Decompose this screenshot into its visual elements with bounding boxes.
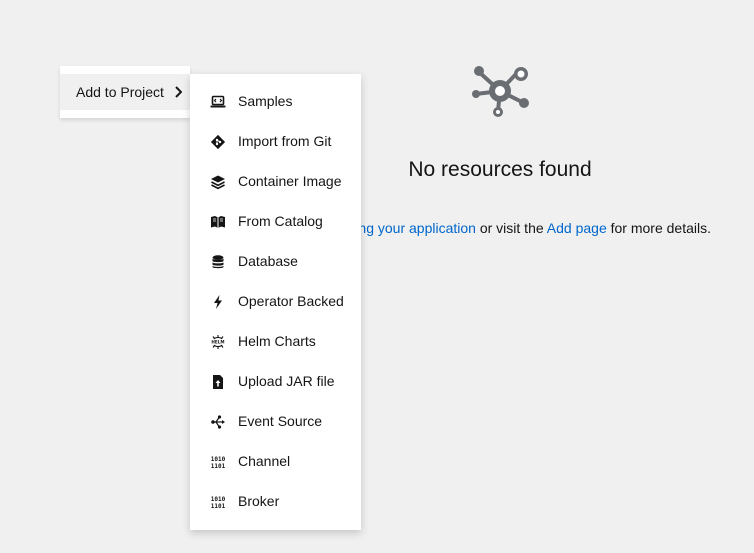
event-source-icon — [210, 414, 226, 430]
menu-item-from-catalog[interactable]: From Catalog — [190, 202, 361, 242]
topology-icon — [472, 66, 529, 117]
menu-item-helm-charts[interactable]: HELM Helm Charts — [190, 322, 361, 362]
menu-item-channel[interactable]: 1010 1101 Channel — [190, 442, 361, 482]
menu-item-broker[interactable]: 1010 1101 Broker — [190, 482, 361, 522]
bolt-icon — [210, 294, 226, 310]
chevron-right-icon — [175, 86, 182, 98]
menu-item-event-source[interactable]: Event Source — [190, 402, 361, 442]
menu-item-label: Broker — [238, 493, 280, 509]
menu-item-upload-jar-file[interactable]: Upload JAR file — [190, 362, 361, 402]
svg-text:1010: 1010 — [211, 456, 226, 463]
menu-item-import-from-git[interactable]: Import from Git — [190, 122, 361, 162]
channel-icon: 1010 1101 — [210, 454, 226, 470]
menu-item-label: Samples — [238, 93, 293, 109]
menu-item-samples[interactable]: Samples — [190, 82, 361, 122]
menu-item-label: From Catalog — [238, 213, 323, 229]
broker-icon: 1010 1101 — [210, 494, 226, 510]
svg-text:1010: 1010 — [211, 496, 226, 503]
empty-state-body: ng your application or visit the Add pag… — [358, 220, 711, 236]
book-catalog-icon — [210, 214, 226, 230]
git-icon — [210, 134, 226, 150]
svg-text:1101: 1101 — [211, 463, 226, 470]
menu-item-label: Operator Backed — [238, 293, 344, 309]
menu-item-label: Upload JAR file — [238, 373, 335, 389]
add-page-link[interactable]: Add page — [547, 220, 607, 236]
layers-icon — [210, 174, 226, 190]
svg-text:HELM: HELM — [211, 340, 224, 345]
database-icon — [210, 254, 226, 270]
add-to-project-submenu: Samples Import from Git Container Image … — [190, 74, 361, 530]
menu-item-database[interactable]: Database — [190, 242, 361, 282]
laptop-code-icon — [210, 94, 226, 110]
menu-item-operator-backed[interactable]: Operator Backed — [190, 282, 361, 322]
file-upload-icon — [210, 374, 226, 390]
empty-state-text-end: for more details. — [610, 220, 711, 236]
context-menu: Add to Project — [60, 66, 190, 118]
empty-state-text-mid: or visit the — [479, 220, 544, 236]
add-to-project-label: Add to Project — [76, 84, 164, 100]
menu-item-label: Helm Charts — [238, 333, 316, 349]
menu-item-label: Event Source — [238, 413, 323, 429]
menu-item-label: Import from Git — [238, 133, 332, 149]
menu-item-container-image[interactable]: Container Image — [190, 162, 361, 202]
menu-item-label: Database — [238, 253, 298, 269]
add-to-project-menu-item[interactable]: Add to Project — [60, 74, 190, 110]
svg-text:1101: 1101 — [211, 503, 226, 510]
helm-icon: HELM — [210, 334, 226, 350]
application-link[interactable]: ng your application — [358, 220, 476, 236]
menu-item-label: Channel — [238, 453, 291, 469]
menu-item-label: Container Image — [238, 173, 342, 189]
